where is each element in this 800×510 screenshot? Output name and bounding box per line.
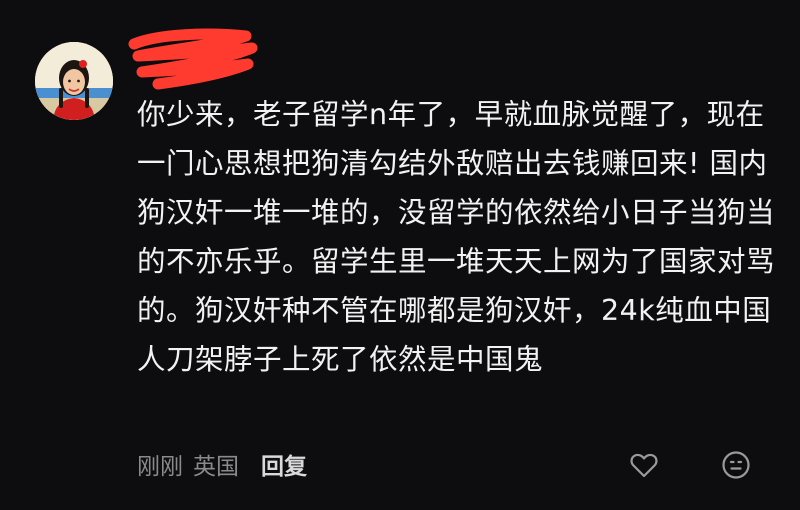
comment-location: 英国 [193, 454, 239, 480]
username-redacted [128, 28, 258, 90]
comment-time: 刚刚 [137, 454, 183, 480]
redacted-scribble-icon [128, 28, 258, 90]
avatar-portrait-icon [35, 42, 113, 120]
user-avatar[interactable] [35, 42, 113, 120]
emoji-face-icon [722, 451, 750, 479]
comment-meta: 刚刚 英国 回复 [137, 446, 307, 482]
reply-button[interactable]: 回复 [261, 447, 307, 481]
emoji-react-button[interactable] [720, 449, 752, 481]
heart-outline-icon [630, 453, 658, 478]
like-button[interactable] [628, 449, 660, 481]
comment-item: 你少来，老子留学n年了，早就血脉觉醒了，现在一门心思想把狗清勾结外敌赔出去钱赚回… [0, 0, 800, 510]
comment-text: 你少来，老子留学n年了，早就血脉觉醒了，现在一门心思想把狗清勾结外敌赔出去钱赚回… [137, 98, 776, 376]
